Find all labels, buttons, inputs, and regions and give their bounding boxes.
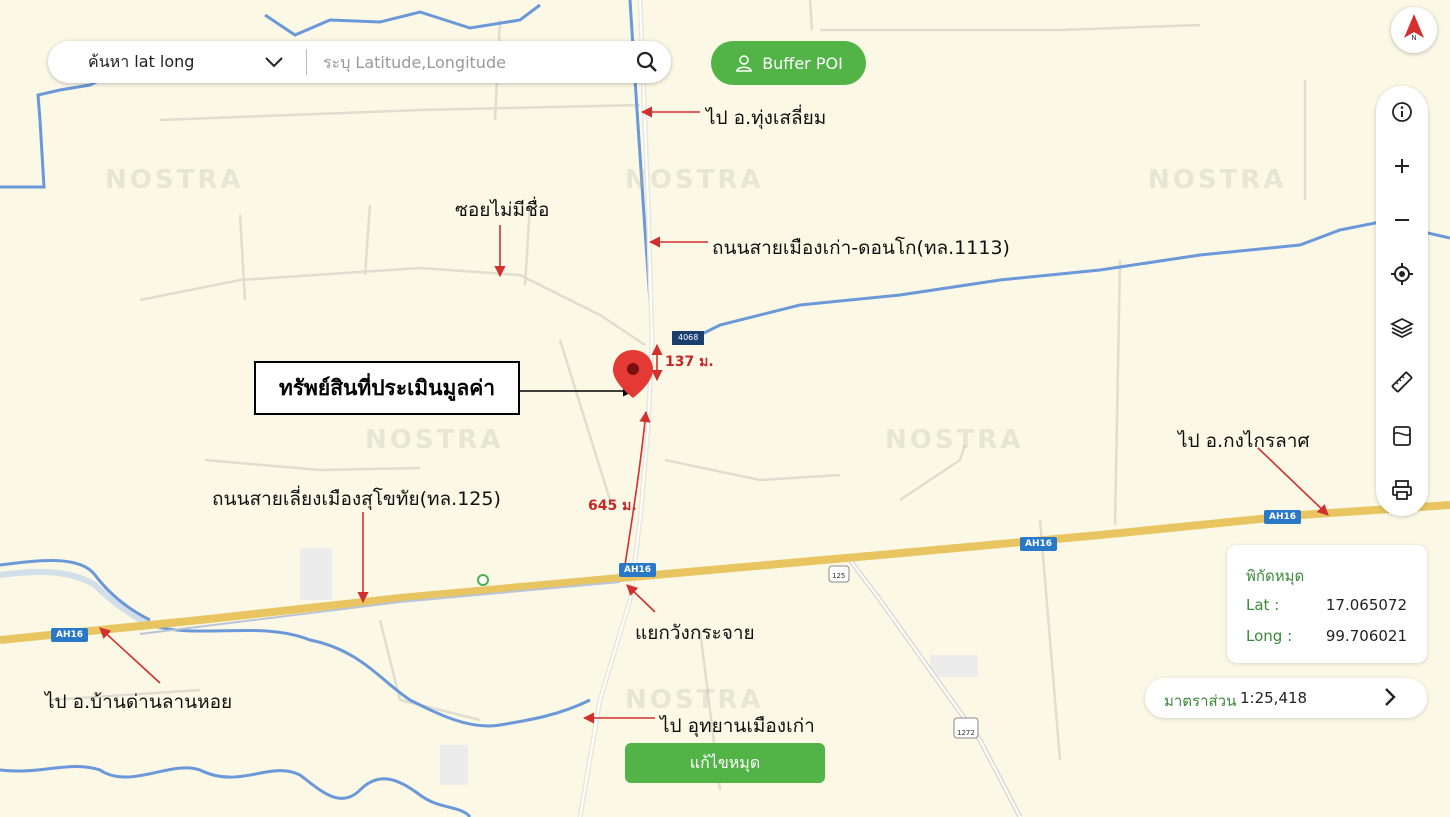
print-icon [1392,480,1412,500]
north-arrow-icon [1404,14,1424,38]
zoom-in-icon [1395,159,1409,173]
long-label: Long : [1246,627,1293,645]
road-shield-125: 125 [832,572,846,580]
asset-label-box: ทรัพย์สินที่ประเมินมูลค่า [254,361,520,415]
distance-645m: 645 ม. [588,498,637,514]
label-to-kong-krailat: ไป อ.กงไกรลาศ [1178,430,1310,452]
watermark: NOSTRA [365,425,504,455]
chevron-right-icon [1385,688,1396,706]
zoom-out-button[interactable] [1376,200,1428,240]
zoom-in-button[interactable] [1376,146,1428,186]
buffer-poi-label: Buffer POI [762,53,843,73]
map-toolbar [1376,86,1428,516]
locate-icon [1391,263,1413,285]
label-wang-krachai-junction: แยกวังกระจาย [635,622,755,644]
scale-value: 1:25,418 [1240,689,1308,707]
search-icon [636,51,657,72]
watermark: NOSTRA [1148,165,1287,195]
label-to-ban-dan-lan-hoi: ไป อ.บ้านด่านลานหอย [45,691,233,713]
scale-label: มาตราส่วน [1164,692,1237,710]
label-to-historical-park: ไป อุทยานเมืองเก่า [660,715,815,737]
road-shield-1272: 1272 [957,729,975,737]
user-pin-icon [736,55,752,72]
road-shield-4068: 4068 [672,331,705,345]
label-bypass-125: ถนนสายเลี่ยงเมืองสุโขทัย(ทล.125) [212,488,501,510]
road-shield-ah16: AH16 [1020,537,1058,551]
label-to-thung-saliam: ไป อ.ทุ่งเสลี่ยม [706,107,827,129]
pin-coordinates-panel: พิกัดหมุด Lat : 17.065072 Long : 99.7060… [1227,545,1427,663]
layers-button[interactable] [1376,308,1428,348]
locate-button[interactable] [1376,254,1428,294]
waterway-soft [0,569,152,628]
road-shield-ah16: AH16 [1264,510,1302,524]
distance-137m: 137 ม. [665,354,714,370]
print-button[interactable] [1376,470,1428,510]
compass-button[interactable]: N [1391,7,1437,53]
pin-coordinates-title: พิกัดหมุด [1246,567,1305,585]
search-button[interactable] [623,41,671,83]
road-shield-ah16: AH16 [51,628,89,642]
label-road-1113: ถนนสายเมืองเก่า-ดอนโก(ทล.1113) [712,237,1010,259]
lat-value: 17.065072 [1325,596,1407,614]
watermark: NOSTRA [885,425,1024,455]
road-125-se [848,558,1023,817]
compass-north-label: N [1411,34,1417,42]
zoom-out-icon [1395,219,1409,221]
edit-pin-button[interactable]: แก้ไขหมุด [625,743,825,783]
minor-roads [49,0,1307,791]
ruler-button[interactable] [1376,362,1428,402]
street-view-icon [1393,426,1411,446]
road-shield-ah16: AH16 [619,563,657,577]
ruler-icon [1391,371,1413,393]
info-icon [1392,102,1412,122]
search-mode-dropdown[interactable]: ค้นหา lat long [48,41,306,83]
search-bar: ค้นหา lat long [48,41,671,83]
label-unnamed-soi: ซอยไม่มีชื่อ [455,199,550,221]
street-view-button[interactable] [1376,416,1428,456]
map-scale-panel[interactable]: มาตราส่วน 1:25,418 [1145,678,1427,718]
watermark: NOSTRA [625,165,764,195]
watermark: NOSTRA [105,165,244,195]
long-value: 99.706021 [1325,627,1407,645]
chevron-down-icon [265,57,283,68]
buffer-poi-button[interactable]: Buffer POI [711,41,866,85]
poi-icon [477,574,489,586]
info-button[interactable] [1376,92,1428,132]
layers-icon [1390,317,1414,339]
latlong-input[interactable] [307,52,623,72]
search-mode-label: ค้นหา lat long [88,51,195,71]
lat-label: Lat : [1246,596,1280,614]
